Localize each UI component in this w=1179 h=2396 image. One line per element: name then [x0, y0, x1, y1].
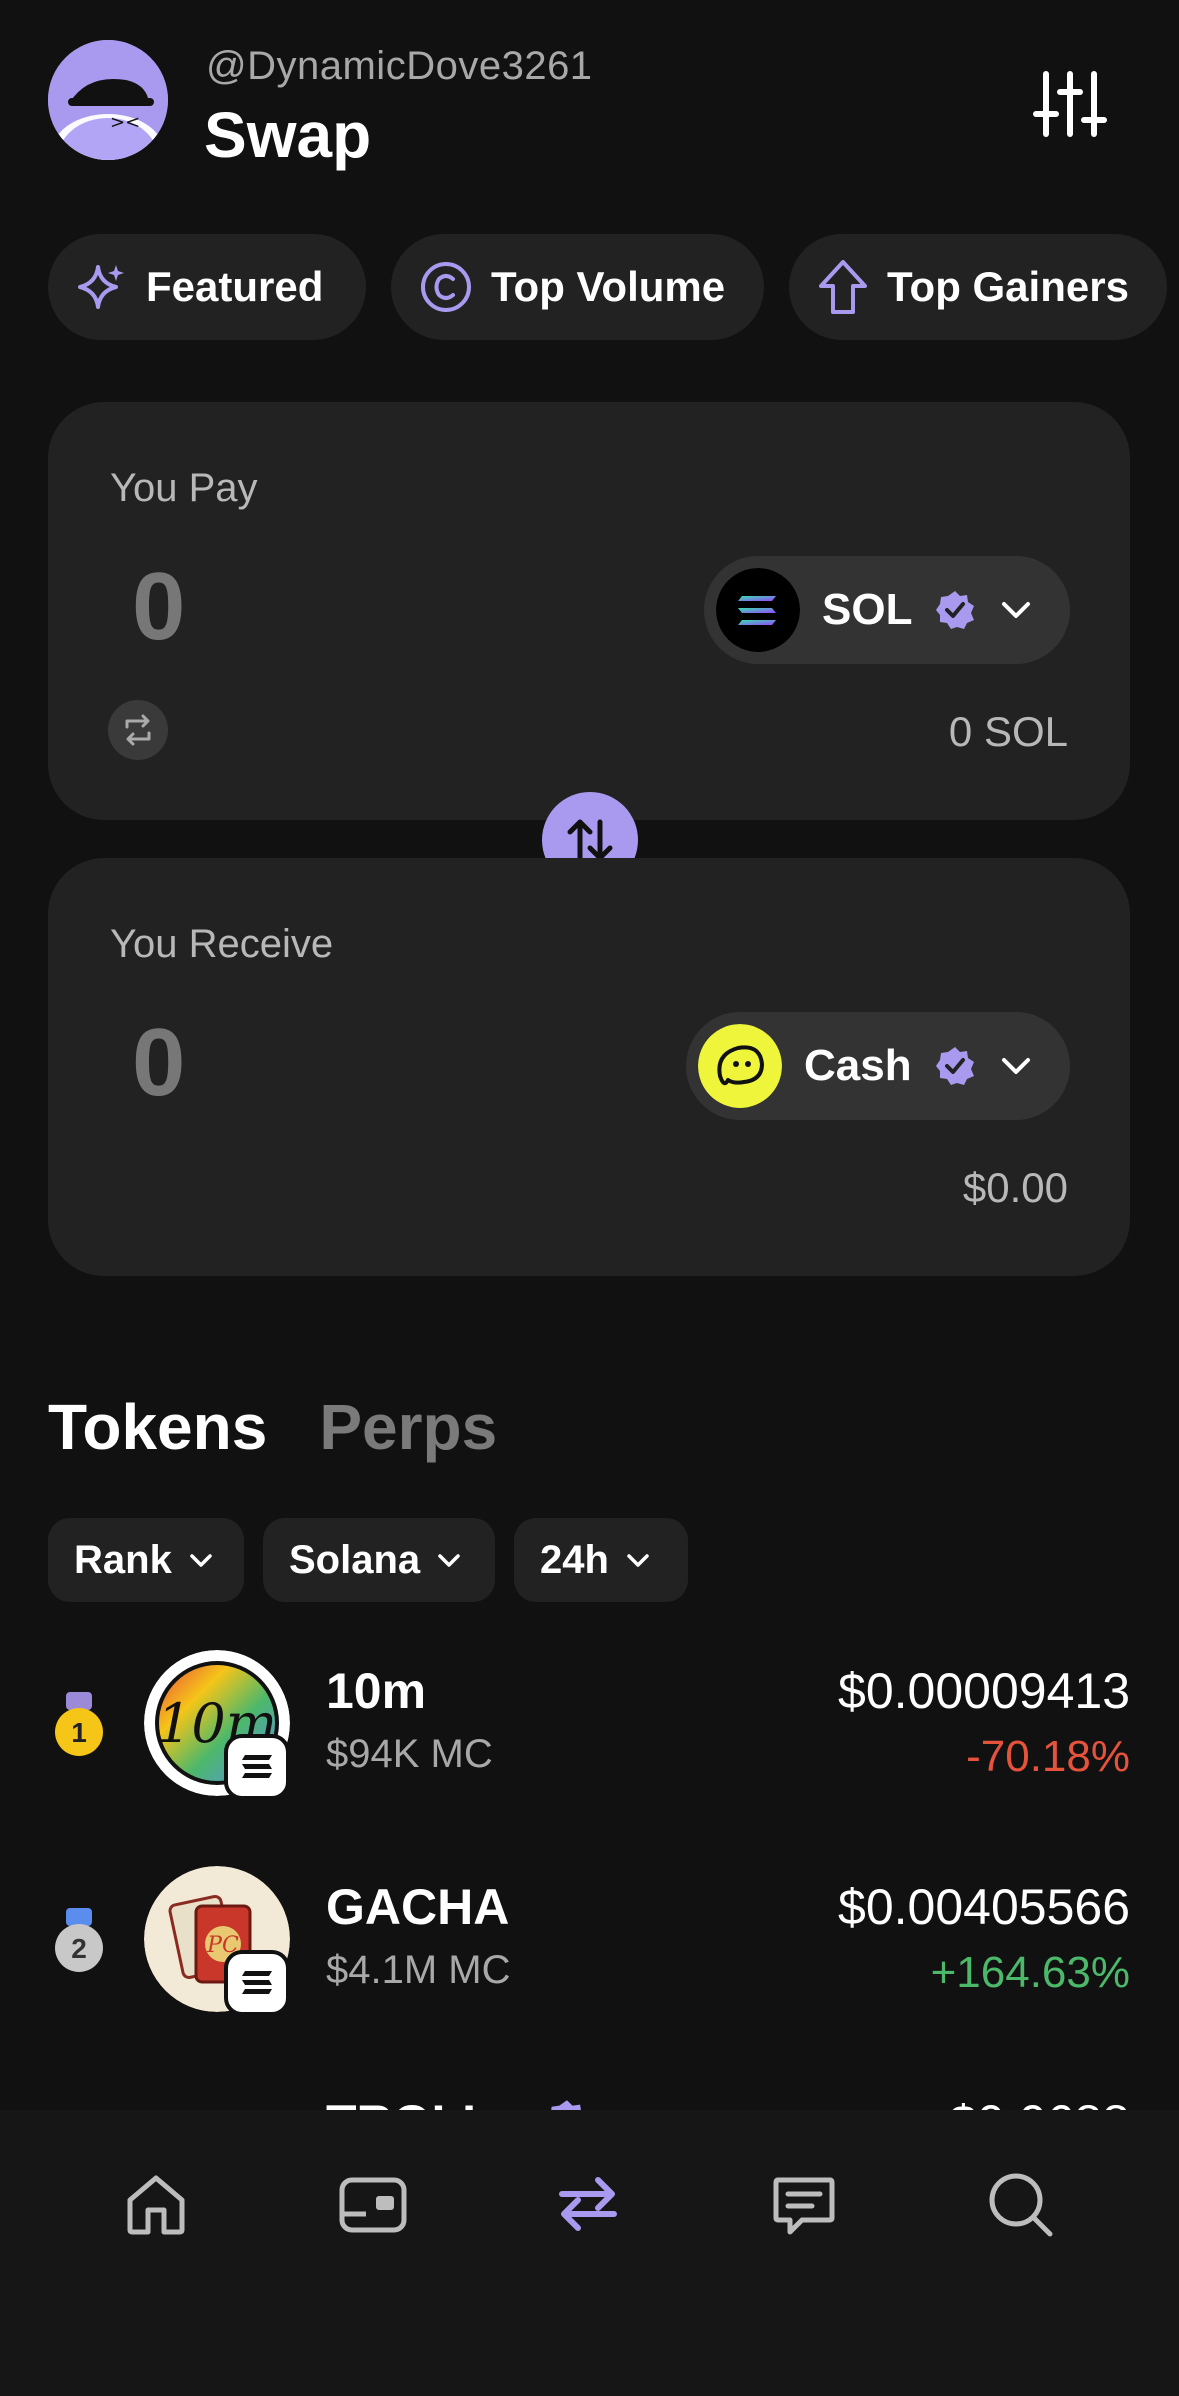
token-market-cap: $94K MC [326, 1732, 493, 1776]
chip-top-volume[interactable]: Top Volume [391, 234, 764, 340]
tab-tokens[interactable]: Tokens [48, 1390, 267, 1464]
token-name: GACHA [326, 1879, 510, 1935]
verified-badge-icon [936, 591, 975, 629]
settings-sliders-button[interactable] [1030, 64, 1110, 144]
nav-chat[interactable] [768, 2168, 840, 2240]
token-change: -70.18% [966, 1732, 1130, 1781]
pay-label: You Pay [110, 466, 258, 510]
pay-balance: 0 SOL [948, 708, 1068, 755]
dropdown-label: Solana [289, 1537, 421, 1582]
sparkle-icon [78, 265, 124, 309]
wallet-icon [339, 2177, 407, 2233]
rank-number: 2 [71, 1933, 87, 1964]
rank-number: 1 [71, 1717, 87, 1748]
sliders-icon [1033, 71, 1107, 137]
pay-token-selector[interactable]: SOL [704, 556, 1070, 664]
token-name: 10m [326, 1663, 427, 1719]
solana-chain-badge [224, 1950, 290, 2016]
nav-swap[interactable] [552, 2168, 624, 2240]
bottom-nav [0, 2110, 1179, 2396]
receive-value: $0.00 [962, 1164, 1068, 1211]
cash-logo-icon [698, 1024, 782, 1108]
rank-dropdown[interactable]: Rank [48, 1518, 244, 1602]
receive-token-selector[interactable]: Cash [686, 1012, 1070, 1120]
toggle-unit-button[interactable] [108, 700, 168, 760]
search-icon [989, 2173, 1053, 2237]
token-market-cap: $4.1M MC [326, 1948, 511, 1992]
chevron-down-icon [438, 1554, 460, 1567]
nav-home[interactable] [120, 2168, 192, 2240]
chip-label: Featured [146, 263, 324, 310]
chip-label: Top Volume [491, 263, 726, 310]
nav-search[interactable] [984, 2168, 1056, 2240]
pay-token-name: SOL [822, 585, 913, 634]
chevron-down-icon [627, 1554, 649, 1567]
svg-text:><: >< [110, 112, 140, 133]
token-price: $0.00405566 [838, 1879, 1130, 1935]
tab-perps[interactable]: Perps [319, 1390, 497, 1464]
avatar[interactable]: >< [48, 40, 168, 160]
receive-label: You Receive [110, 922, 334, 966]
chain-dropdown[interactable]: Solana [263, 1518, 495, 1602]
silver-medal-icon: 2 [55, 1908, 103, 1972]
nav-wallet[interactable] [336, 2168, 408, 2240]
receive-card: You Receive 0 Cash $0.00 [48, 858, 1130, 1276]
chip-featured[interactable]: Featured [48, 234, 366, 340]
home-icon [127, 2175, 185, 2235]
token-change: +164.63% [930, 1948, 1130, 1997]
chevron-down-icon [1002, 602, 1031, 618]
receive-amount-input[interactable]: 0 [132, 1008, 185, 1118]
chevron-down-icon [1001, 1058, 1030, 1074]
chevron-down-icon [190, 1554, 212, 1567]
gold-medal-icon: 1 [55, 1692, 103, 1756]
verified-badge-icon [935, 1047, 974, 1085]
chip-label: Top Gainers [887, 263, 1129, 310]
sol-logo-icon [716, 568, 800, 652]
refresh-arrows-icon [125, 714, 151, 746]
dropdown-label: 24h [540, 1537, 609, 1582]
token-price: $0.00009413 [838, 1663, 1130, 1719]
dropdown-label: Rank [74, 1537, 172, 1582]
pay-card: You Pay 0 SOL 0 SOL [48, 402, 1130, 820]
token-row[interactable]: 2 PC GACHA $4.1M MC $0.00405566 +164.63% [48, 1866, 1130, 2016]
receive-token-name: Cash [804, 1041, 912, 1090]
solana-icon [242, 1755, 272, 1778]
chip-top-gainers[interactable]: Top Gainers [789, 234, 1167, 340]
swap-icon [559, 2177, 617, 2231]
solana-chain-badge [224, 1734, 290, 1800]
solana-icon [242, 1971, 272, 1994]
coin-c-icon [421, 262, 471, 312]
username-handle: @DynamicDove3261 [206, 44, 593, 88]
token-row[interactable]: 1 10m 10m $94K MC $0.00009413 -70.18% [48, 1650, 1130, 1800]
arrow-up-icon [819, 260, 867, 314]
page-title: Swap [204, 99, 372, 171]
period-dropdown[interactable]: 24h [514, 1518, 688, 1602]
chat-icon [773, 2177, 835, 2235]
pay-amount-input[interactable]: 0 [132, 552, 185, 662]
list-tabs: Tokens Perps [48, 1390, 497, 1464]
